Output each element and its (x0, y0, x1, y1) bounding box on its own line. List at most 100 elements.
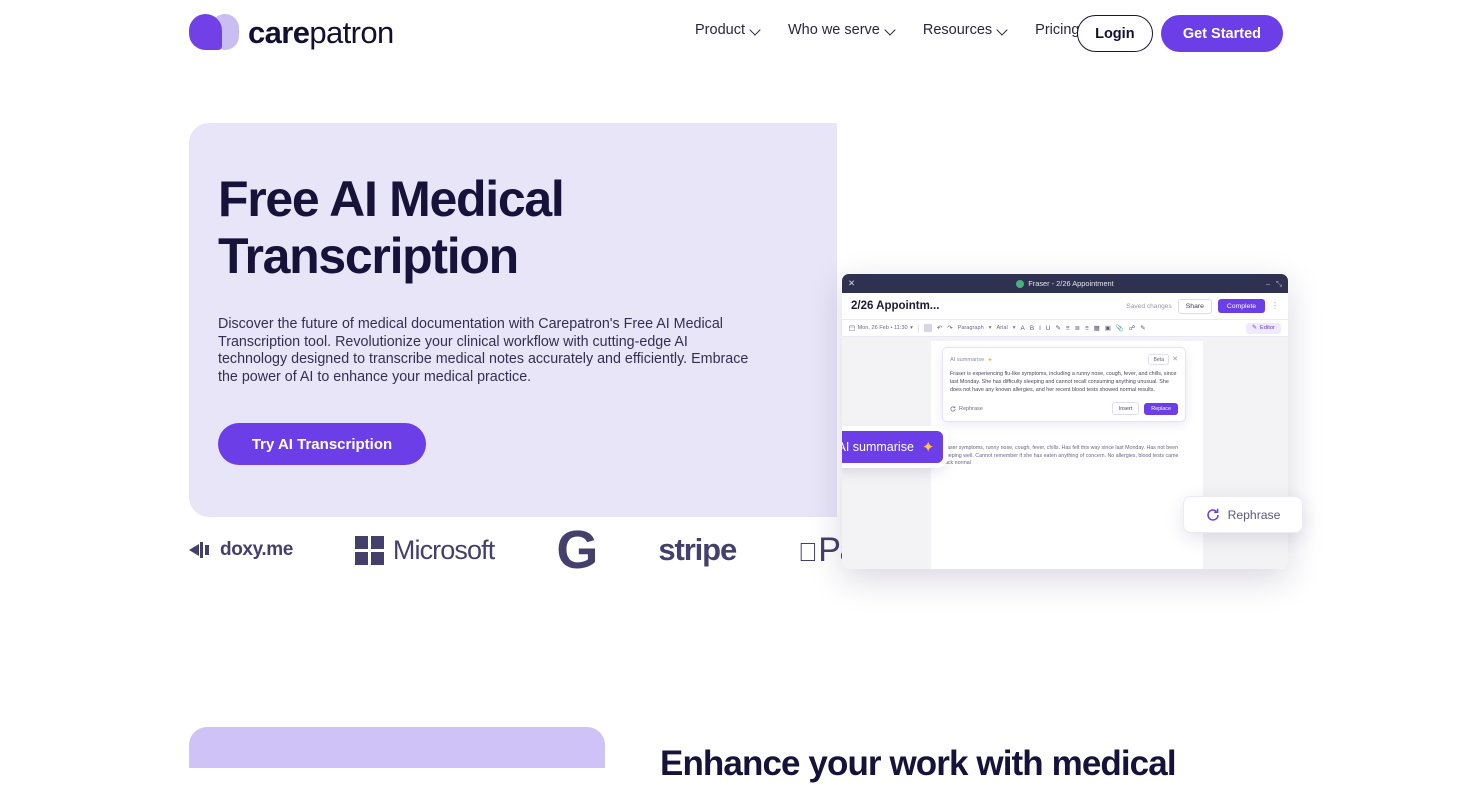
window-controls: ‒ ⤡ (1266, 279, 1282, 289)
pencil-icon: ✎ (1251, 325, 1257, 331)
top-navigation-bar: carepatron Product Who we serve Resource… (0, 0, 1472, 68)
get-started-button[interactable]: Get Started (1160, 15, 1283, 52)
chevron-down-icon (886, 26, 895, 35)
date-chip-label: Mon, 26 Feb • 11:30 (857, 325, 908, 331)
insert-button[interactable]: Insert (1111, 402, 1140, 416)
font-family-select[interactable]: Arial (997, 325, 1008, 331)
bold-icon[interactable]: B (1030, 325, 1034, 332)
saved-status-text: Saved changes (1126, 302, 1172, 310)
bulleted-list-icon[interactable]: ≡ (1066, 325, 1070, 332)
hero-title-line-1: Free AI Medical (218, 171, 565, 227)
undo-icon[interactable]: ↶ (937, 324, 942, 332)
refresh-icon (1206, 508, 1219, 521)
editor-body: AI summarise ✦ Beta ✕ Fraser is experien… (842, 337, 1288, 569)
logo-doxy-me: doxy.me (189, 539, 355, 561)
rephrase-action[interactable]: Rephrase (950, 406, 983, 412)
close-icon[interactable]: ✕ (1172, 356, 1178, 363)
sparkle-icon: ✦ (921, 438, 935, 456)
lower-section-card (189, 727, 605, 768)
editor-toolbar: Mon, 26 Feb • 11:30 ▾ ↶ ↷ Paragraph ▾ Ar… (842, 320, 1288, 337)
stripe-wordmark: stripe (658, 532, 737, 567)
document-page[interactable]: AI summarise ✦ Beta ✕ Fraser is experien… (931, 341, 1203, 569)
ai-summarise-label: AI summarise (842, 440, 914, 454)
close-icon[interactable]: ✕ (848, 279, 855, 288)
logo-microsoft-label: Microsoft (392, 534, 495, 565)
carepatron-logo-mark-icon (189, 14, 239, 50)
logo-text-bold: care (248, 14, 310, 50)
google-g-icon: G (556, 519, 598, 580)
minimize-icon[interactable]: ‒ (1266, 279, 1270, 288)
chevron-down-icon: ▾ (910, 325, 913, 331)
logo-google: G (556, 519, 658, 580)
image-icon[interactable]: ▣ (1105, 324, 1111, 332)
avatar (1016, 279, 1025, 288)
nav-item-who-we-serve[interactable]: Who we serve (774, 22, 909, 38)
nav-links: Product Who we serve Resources Pricing (681, 22, 1094, 38)
hero-title-line-2: Transcription (218, 228, 519, 284)
editor-mode-chip[interactable]: ✎ Editor (1245, 322, 1281, 334)
ai-summary-card-actions: Rephrase Insert Replace (950, 402, 1178, 416)
text-color-icon[interactable]: A (1021, 325, 1025, 332)
logo-doxy-me-label: doxy.me (220, 539, 293, 560)
toolbar-divider (917, 323, 919, 333)
table-icon[interactable]: ▦ (1094, 324, 1100, 332)
apple-logo-icon:  (798, 539, 818, 565)
nav-item-resources[interactable]: Resources (909, 22, 1021, 38)
document-title: 2/26 Appointm... (851, 300, 940, 312)
highlight-icon[interactable]: ✎ (1055, 324, 1060, 332)
ai-summarise-button[interactable]: AI summarise ✦ (842, 431, 943, 463)
ai-summary-card: AI summarise ✦ Beta ✕ Fraser is experien… (942, 347, 1186, 423)
editor-mode-label: Editor (1259, 325, 1275, 331)
login-button[interactable]: Login (1076, 15, 1153, 52)
link-icon[interactable]: ☍ (1129, 324, 1135, 332)
logo-stripe: stripe (658, 532, 798, 568)
nav-actions: Login Get Started (1076, 15, 1283, 52)
chevron-down-icon (751, 26, 760, 35)
hero-content: Free AI Medical Transcription Discover t… (218, 171, 808, 466)
refresh-icon (950, 406, 956, 412)
microsoft-squares-icon (354, 535, 384, 565)
logo-text-light: patron (309, 14, 394, 50)
lower-section-heading: Enhance your work with medical (660, 744, 1177, 783)
app-window-title: Fraser - 2/26 Appointment (1028, 279, 1114, 288)
hero-paragraph: Discover the future of medical documenta… (218, 316, 749, 385)
app-title-center: Fraser - 2/26 Appointment (842, 279, 1288, 288)
attachment-icon[interactable]: 📎 (1116, 324, 1124, 332)
carepatron-logo[interactable]: carepatron (189, 14, 394, 50)
redo-icon[interactable]: ↷ (947, 324, 952, 332)
beta-badge: Beta (1148, 354, 1170, 365)
complete-button[interactable]: Complete (1217, 299, 1265, 313)
page-title: Free AI Medical Transcription (218, 171, 808, 285)
signature-icon[interactable]: ✎ (1140, 324, 1145, 332)
replace-button[interactable]: Replace (1144, 402, 1178, 415)
sparkle-icon: ✦ (987, 356, 993, 364)
app-title-bar: ✕ Fraser - 2/26 Appointment ‒ ⤡ (842, 274, 1288, 293)
ai-summary-label: AI summarise (950, 356, 985, 363)
document-note-text: Fraser symptoms, runny nose, cough, feve… (942, 445, 1179, 467)
template-icon[interactable] (923, 324, 932, 332)
try-ai-transcription-button[interactable]: Try AI Transcription (218, 423, 426, 466)
nav-item-product[interactable]: Product (681, 22, 774, 38)
share-button[interactable]: Share (1177, 298, 1212, 314)
align-icon[interactable]: ≡ (1085, 325, 1089, 332)
rephrase-floating-card[interactable]: Rephrase (1183, 496, 1303, 533)
chevron-down-icon: ▾ (1012, 325, 1016, 331)
calendar-icon (849, 325, 855, 331)
carepatron-wordmark: carepatron (248, 17, 394, 48)
nav-item-product-label: Product (695, 22, 745, 38)
app-document-header: 2/26 Appointm... Saved changes Share Com… (842, 293, 1288, 320)
more-options-icon[interactable]: ⋮ (1271, 302, 1279, 310)
document-header-actions: Saved changes Share Complete ⋮ (1126, 298, 1279, 314)
chevron-down-icon: ▾ (988, 325, 992, 331)
ai-summary-text: Fraser is experiencing flu-like symptoms… (950, 371, 1177, 393)
italic-icon[interactable]: I (1039, 325, 1041, 332)
numbered-list-icon[interactable]: ≣ (1075, 324, 1080, 332)
rephrase-floating-label: Rephrase (1227, 507, 1281, 522)
chevron-down-icon (998, 26, 1007, 35)
underline-icon[interactable]: U (1046, 325, 1051, 332)
rephrase-label: Rephrase (959, 405, 983, 412)
paragraph-style-select[interactable]: Paragraph (958, 325, 984, 331)
logo-microsoft: Microsoft (354, 534, 556, 566)
date-chip[interactable]: Mon, 26 Feb • 11:30 ▾ (849, 325, 913, 331)
expand-icon[interactable]: ⤡ (1276, 279, 1282, 289)
